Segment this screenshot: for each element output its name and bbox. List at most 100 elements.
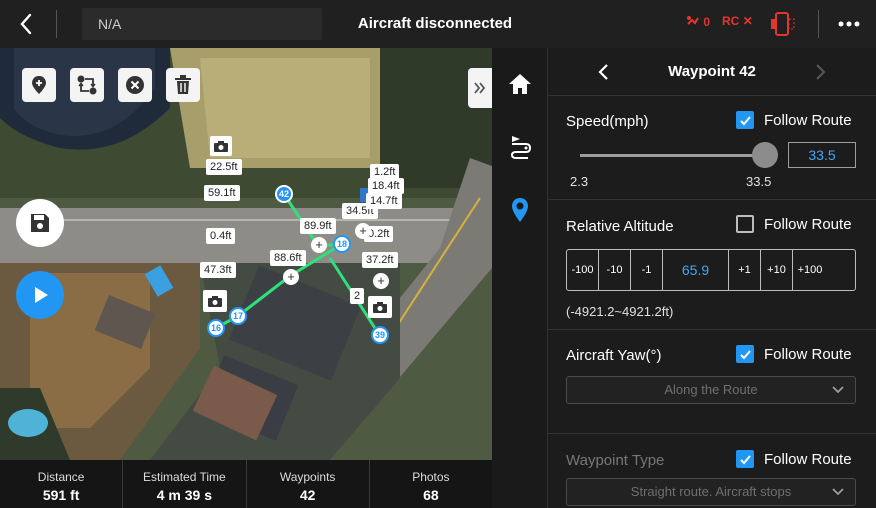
- waypoint-marker[interactable]: 17: [229, 307, 247, 325]
- double-chevron-right-icon: [474, 82, 486, 94]
- mission-stats-bar: Distance 591 ft Estimated Time 4 m 39 s …: [0, 460, 492, 508]
- altitude-plus-10-button[interactable]: +10: [761, 250, 793, 290]
- waypoint-pin-icon[interactable]: [506, 196, 534, 224]
- waypoint-marker[interactable]: 18: [333, 235, 351, 253]
- play-icon: [35, 287, 48, 303]
- stat-value: 4 m 39 s: [156, 487, 212, 503]
- waypoint-type-section: Waypoint Type Follow Route Straight rout…: [548, 434, 876, 508]
- add-waypoint-icon: [32, 76, 46, 94]
- reverse-route-icon: [77, 75, 97, 95]
- back-arrow-icon[interactable]: [14, 11, 40, 37]
- collapse-panel-button[interactable]: [468, 68, 492, 108]
- follow-route-label: Follow Route: [764, 345, 852, 363]
- checkbox[interactable]: [736, 215, 754, 233]
- signal-status: 0: [686, 14, 710, 29]
- start-mission-button[interactable]: [16, 271, 64, 319]
- yaw-mode-value: Along the Route: [664, 382, 758, 397]
- save-mission-button[interactable]: [16, 199, 64, 247]
- stat-value: 42: [299, 487, 316, 503]
- waypoint-marker[interactable]: 42: [275, 185, 293, 203]
- chevron-down-icon: [832, 488, 844, 496]
- altitude-value-input[interactable]: 65.9: [663, 250, 729, 290]
- add-waypoint-button[interactable]: [22, 68, 56, 102]
- stat-label: Distance: [37, 470, 85, 484]
- top-bar: N/A Aircraft disconnected 0 RC ✕: [0, 0, 876, 48]
- stat-label: Photos: [412, 470, 450, 484]
- altitude-minus-100-button[interactable]: -100: [567, 250, 599, 290]
- yaw-section: Aircraft Yaw(°) Follow Route Along the R…: [548, 330, 876, 434]
- altitude-plus-100-button[interactable]: +100: [793, 250, 827, 290]
- speed-max-label: 33.5: [746, 174, 772, 189]
- checkbox[interactable]: [736, 450, 754, 468]
- next-waypoint-icon[interactable]: [810, 62, 830, 82]
- distance-label: 0.4ft: [206, 228, 236, 244]
- stat-distance: Distance 591 ft: [0, 460, 124, 508]
- rc-label: RC: [722, 14, 740, 28]
- save-icon: [31, 214, 49, 232]
- add-midpoint-icon[interactable]: +: [355, 223, 371, 239]
- yaw-label: Aircraft Yaw(°): [566, 347, 662, 364]
- add-midpoint-icon[interactable]: +: [311, 237, 327, 253]
- distance-label: 14.7ft: [366, 193, 402, 209]
- distance-label: 59.1ft: [204, 185, 240, 201]
- speed-slider-thumb[interactable]: [752, 142, 778, 168]
- waypoint-type-label: Waypoint Type: [566, 452, 665, 469]
- speed-follow-route[interactable]: Follow Route: [736, 111, 852, 129]
- follow-route-label: Follow Route: [764, 215, 852, 233]
- yaw-mode-select[interactable]: Along the Route: [566, 376, 856, 404]
- altitude-range: (-4921.2~4921.2ft): [566, 304, 674, 319]
- satellite-map[interactable]: 22.5ft 59.1ft 0.4ft 47.3ft 89.9ft 88.6ft…: [0, 48, 492, 460]
- speed-label: Speed(mph): [566, 113, 649, 130]
- battery-alert-icon[interactable]: [768, 11, 798, 37]
- route-settings-icon[interactable]: [506, 132, 534, 160]
- camera-icon[interactable]: [210, 136, 232, 156]
- stat-label: Estimated Time: [143, 470, 226, 484]
- camera-icon[interactable]: [203, 290, 227, 312]
- drone-signal-icon: [687, 16, 699, 25]
- mission-sidebar: [492, 48, 548, 508]
- waypoint-settings-panel: Waypoint 42 Speed(mph) Follow Route 33.5…: [548, 48, 876, 508]
- home-icon[interactable]: [506, 70, 534, 98]
- signal-count: 0: [703, 15, 711, 29]
- waypoint-type-follow-route[interactable]: Follow Route: [736, 450, 852, 468]
- speed-value-input[interactable]: 33.5: [788, 142, 856, 168]
- waypoint-type-value: Straight route. Aircraft stops: [630, 484, 792, 499]
- altitude-follow-route[interactable]: Follow Route: [736, 215, 852, 233]
- altitude-minus-10-button[interactable]: -10: [599, 250, 631, 290]
- altitude-plus-1-button[interactable]: +1: [729, 250, 761, 290]
- more-options-icon[interactable]: [836, 12, 862, 36]
- distance-label: 89.9ft: [300, 218, 336, 234]
- altitude-stepper: -100 -10 -1 65.9 +1 +10 +100: [566, 249, 856, 291]
- checkbox[interactable]: [736, 345, 754, 363]
- add-midpoint-icon[interactable]: +: [373, 273, 389, 289]
- follow-route-label: Follow Route: [764, 111, 852, 129]
- add-midpoint-icon[interactable]: +: [283, 269, 299, 285]
- distance-label: 2: [350, 288, 365, 304]
- checkbox[interactable]: [736, 111, 754, 129]
- waypoint-marker[interactable]: 39: [371, 326, 389, 344]
- stat-photos: Photos 68: [370, 460, 492, 508]
- panel-header: Waypoint 42: [548, 48, 876, 96]
- distance-label: 47.3ft: [200, 262, 236, 278]
- stat-label: Waypoints: [279, 470, 336, 484]
- location-field[interactable]: N/A: [82, 8, 322, 40]
- stat-value: 68: [423, 487, 439, 503]
- distance-label: 88.6ft: [270, 250, 306, 266]
- yaw-follow-route[interactable]: Follow Route: [736, 345, 852, 363]
- trash-icon: [175, 75, 191, 94]
- waypoint-marker[interactable]: 16: [207, 319, 225, 337]
- rc-disconnected-icon: ✕: [742, 14, 753, 28]
- distance-label: 37.2ft: [362, 252, 398, 268]
- delete-waypoint-button[interactable]: [166, 68, 200, 102]
- stat-waypoints: Waypoints 42: [247, 460, 370, 508]
- waypoint-type-select[interactable]: Straight route. Aircraft stops: [566, 478, 856, 506]
- reverse-route-button[interactable]: [70, 68, 104, 102]
- speed-slider-track[interactable]: [580, 154, 764, 157]
- clear-route-button[interactable]: [118, 68, 152, 102]
- chevron-down-icon: [832, 386, 844, 394]
- speed-min-label: 2.3: [570, 174, 589, 189]
- delete-icon: [126, 76, 144, 94]
- altitude-minus-1-button[interactable]: -1: [631, 250, 663, 290]
- follow-route-label: Follow Route: [764, 450, 852, 468]
- camera-icon[interactable]: [368, 296, 392, 318]
